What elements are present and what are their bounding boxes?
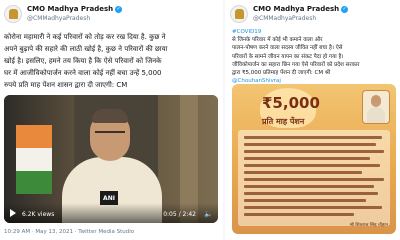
tweet-text-fragment: से जिनके परिवार में कोई भी कमाने वाला और (232, 37, 323, 44)
poster-text-line (244, 171, 362, 174)
tweet-text-line: घर में आजीविकोपार्जन करने वाला कोई नहीं … (4, 69, 162, 77)
right-tweet-card[interactable]: CMO Madhya Pradesh ✓ @CMMadhyaPradesh #C… (226, 0, 400, 240)
poster-text-line (244, 206, 382, 209)
tweet-text: #COVID19 से जिनके परिवार में कोई भी कमान… (232, 28, 398, 85)
poster-text-line (244, 136, 382, 139)
poster-text-line (244, 192, 378, 195)
emblem-icon (234, 9, 244, 19)
divider (223, 0, 225, 240)
account-name[interactable]: CMO Madhya Pradesh ✓ (27, 5, 123, 14)
tweet-timestamp[interactable]: 10:29 AM · May 13, 2021 · Twitter Media … (4, 229, 134, 235)
tweet-text-line: जीविकोपार्जन का सहारा छिन गया ऐसे परिवार… (232, 61, 360, 68)
poster-text-line (244, 185, 374, 188)
tweet-text-line: द्वारा ₹5,000 प्रतिमाह पेंशन दी जाएगी: C… (232, 70, 331, 77)
verified-icon: ✓ (341, 6, 349, 13)
cm-photo (362, 90, 390, 124)
speaker-glasses (95, 131, 125, 139)
tweet-header: CMO Madhya Pradesh ✓ @CMMadhyaPradesh (4, 4, 123, 24)
poster-body-text (238, 130, 390, 226)
tweet-text-line: पालन-पोषण करने वाला सदस्य जीवित नहीं बचा… (232, 45, 343, 52)
tweet-header: CMO Madhya Pradesh ✓ @CMMadhyaPradesh (230, 4, 349, 24)
speaker-hair (92, 109, 128, 123)
verified-icon: ✓ (115, 6, 123, 13)
avatar[interactable] (230, 5, 248, 23)
view-count: 6.2K views (22, 211, 55, 218)
poster-text-line (244, 164, 380, 167)
tweet-text-line: अपने बुढ़ापे की सहारे की लाठी खोई है, कु… (4, 45, 168, 53)
emblem-icon (8, 9, 18, 19)
indian-flag (16, 125, 52, 195)
avatar[interactable] (4, 5, 22, 23)
tweet-text-line: कोरोना महामारी ने कई परिवारों को तोड़ कर… (4, 33, 166, 41)
account-handle[interactable]: @CMMadhyaPradesh (27, 14, 122, 23)
poster-text-line (244, 199, 366, 202)
account-name[interactable]: CMO Madhya Pradesh ✓ (253, 5, 349, 14)
tweet-text-line: खोई है। इसलिए, हमने तय किया है कि ऐसे पर… (4, 57, 162, 65)
tweet-text-line: रुपये प्रति माह पेंशन शासन द्वारा दी जाए… (4, 81, 128, 89)
left-tweet-card[interactable]: CMO Madhya Pradesh ✓ @CMMadhyaPradesh को… (0, 0, 222, 240)
poster-text-line (244, 178, 384, 181)
tweet-text-line: परिवारों के सामने जीवन यापन का संकट पैदा… (232, 53, 344, 60)
account-name-text: CMO Madhya Pradesh (27, 5, 114, 13)
pension-poster-image[interactable]: ₹5,000 प्रति माह पेंशन श्री शिवराज सिंह … (232, 84, 396, 234)
account-name-text: CMO Madhya Pradesh (253, 5, 340, 13)
video-duration: 0:05 / 2:42 (163, 211, 196, 218)
poster-text-line (244, 213, 354, 216)
play-icon[interactable] (10, 209, 16, 217)
account-handle[interactable]: @CMMadhyaPradesh (253, 14, 348, 23)
hashtag-link[interactable]: #COVID19 (232, 28, 398, 36)
poster-text-line (244, 143, 376, 146)
volume-icon[interactable]: 🔈 (204, 210, 213, 218)
poster-amount: ₹5,000 (262, 94, 320, 112)
video-player[interactable]: ANI 6.2K views 0:05 / 2:42 🔈 (4, 95, 218, 223)
poster-subtitle: प्रति माह पेंशन (262, 117, 305, 126)
poster-text-line (244, 157, 370, 160)
poster-text-line (244, 150, 384, 153)
tweet-text-line: #COVID19 से जिनके परिवार में कोई भी कमान… (232, 28, 398, 44)
poster-signature: श्री शिवराज सिंह चौहान (349, 223, 388, 228)
tweet-text: कोरोना महामारी ने कई परिवारों को तोड़ कर… (4, 31, 218, 91)
